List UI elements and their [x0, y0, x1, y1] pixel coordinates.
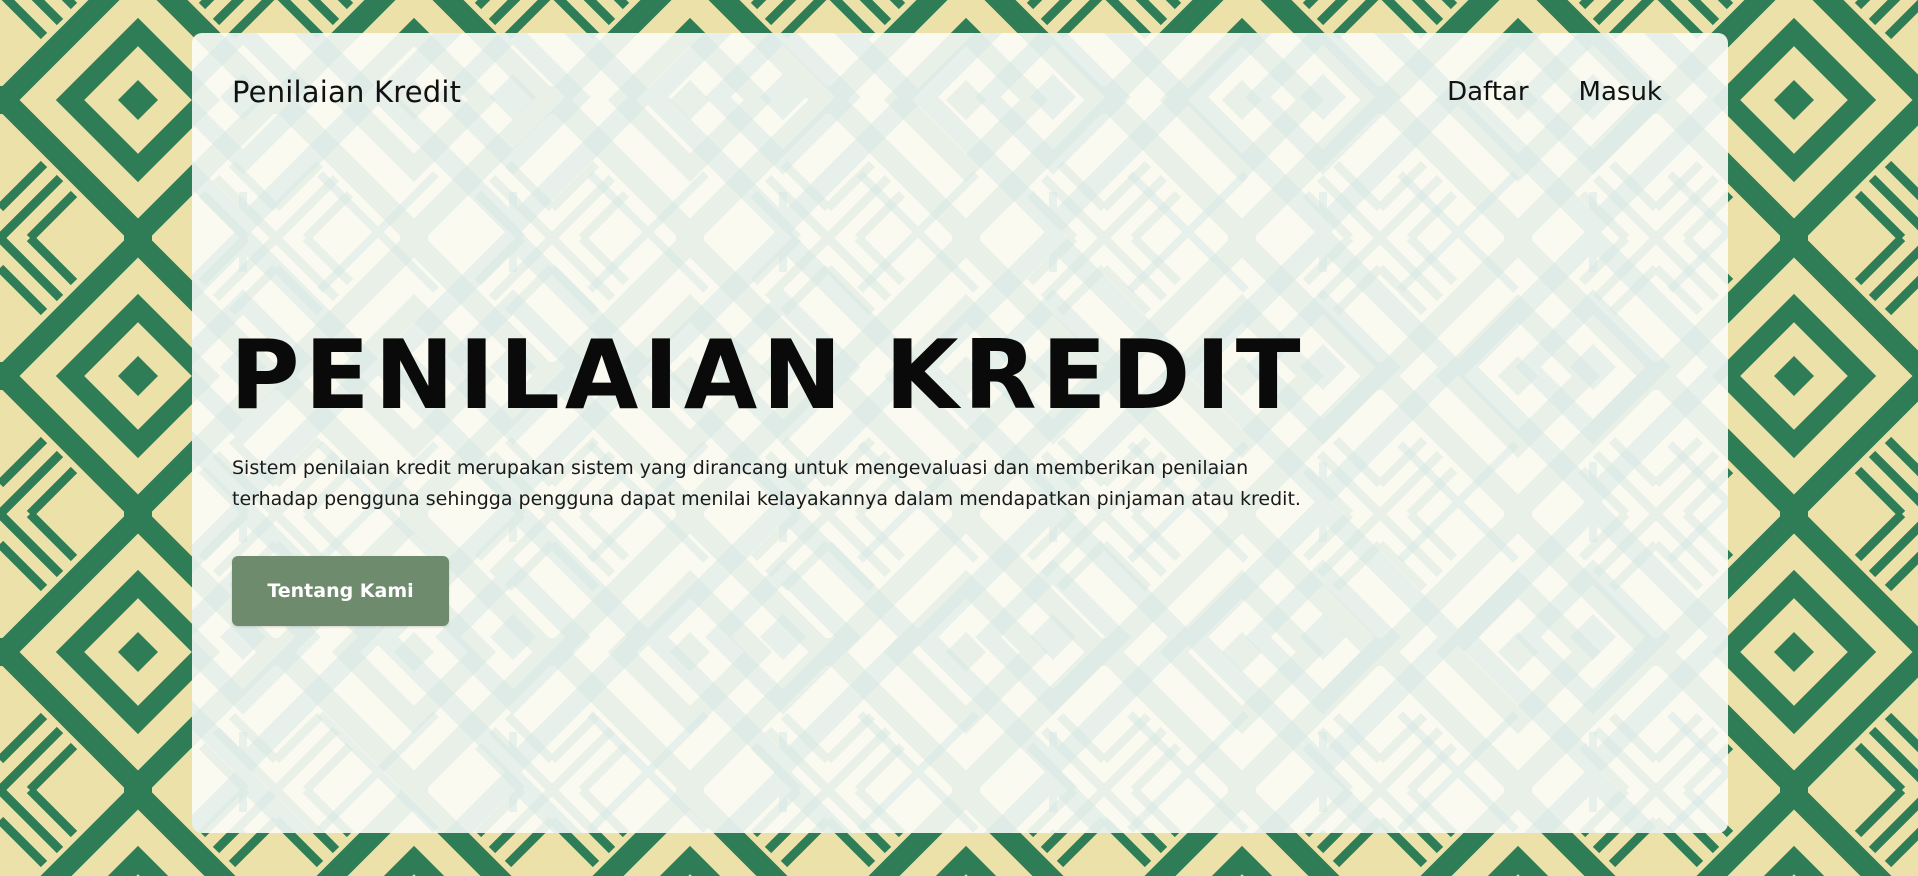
brand-title[interactable]: Penilaian Kredit [232, 75, 461, 109]
nav-link-daftar[interactable]: Daftar [1447, 77, 1528, 107]
hero-card: Penilaian Kredit Daftar Masuk PENILAIAN … [192, 33, 1728, 833]
nav-link-masuk[interactable]: Masuk [1579, 77, 1662, 107]
top-nav: Daftar Masuk [1447, 77, 1662, 107]
card-background-pattern [192, 33, 1728, 833]
hero-title: PENILAIAN KREDIT [230, 321, 1306, 431]
hero-description: Sistem penilaian kredit merupakan sistem… [232, 457, 1301, 510]
about-us-button[interactable]: Tentang Kami [232, 556, 449, 626]
